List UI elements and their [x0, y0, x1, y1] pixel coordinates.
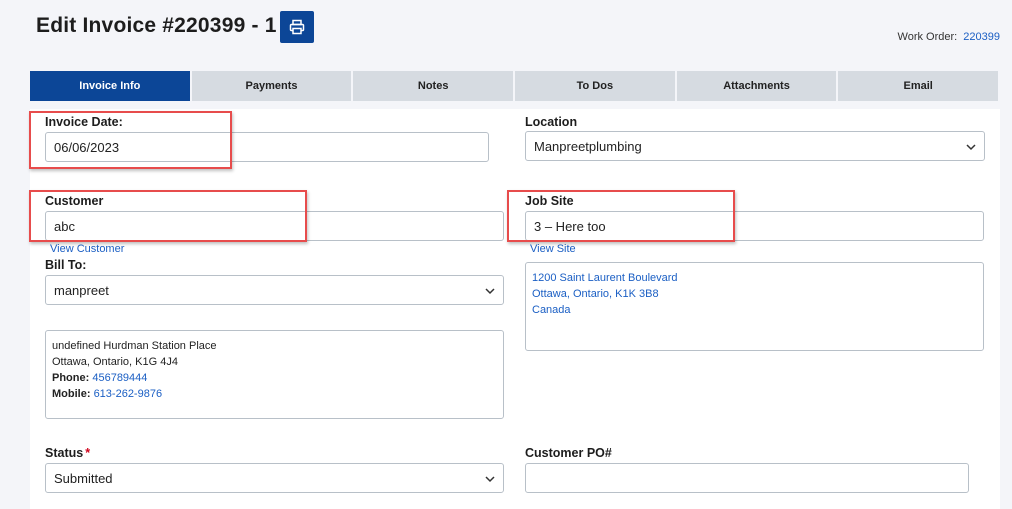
status-label-text: Status	[45, 446, 84, 460]
mobile-link[interactable]: 613-262-9876	[94, 388, 163, 400]
site-address-line3[interactable]: Canada	[532, 302, 977, 318]
invoice-date-label: Invoice Date:	[45, 115, 123, 129]
location-select[interactable]: Manpreetplumbing	[525, 131, 985, 161]
site-address-line2[interactable]: Ottawa, Ontario, K1K 3B8	[532, 286, 977, 302]
tab-invoice-info[interactable]: Invoice Info	[30, 71, 190, 101]
location-value: Manpreetplumbing	[534, 138, 642, 154]
status-select[interactable]: Submitted	[45, 463, 504, 493]
mobile-label: Mobile:	[52, 388, 91, 400]
tab-email[interactable]: Email	[838, 71, 999, 101]
bill-address-line1: undefined Hurdman Station Place	[52, 340, 217, 352]
site-address-line1[interactable]: 1200 Saint Laurent Boulevard	[532, 270, 977, 286]
tab-payments[interactable]: Payments	[191, 71, 352, 101]
work-order: Work Order: 220399	[898, 31, 1000, 43]
bill-to-select[interactable]: manpreet	[45, 275, 504, 305]
bill-address-box: undefined Hurdman Station Place Ottawa, …	[45, 330, 504, 419]
mobile-row: Mobile: 613-262-9876	[52, 386, 497, 402]
job-site-input[interactable]: 3 – Here too	[525, 211, 984, 241]
phone-row: Phone: 456789444	[52, 370, 497, 386]
required-mark: *	[85, 446, 91, 460]
site-address-box: 1200 Saint Laurent Boulevard Ottawa, Ont…	[525, 262, 984, 351]
bill-to-label: Bill To:	[45, 258, 87, 272]
work-order-label: Work Order:	[897, 31, 958, 43]
phone-label: Phone:	[52, 372, 90, 384]
print-button[interactable]	[280, 11, 314, 43]
chevron-down-icon	[485, 476, 495, 483]
chevron-down-icon	[485, 288, 495, 295]
job-site-label: Job Site	[525, 194, 574, 208]
chevron-down-icon	[966, 144, 976, 151]
tab-to-dos[interactable]: To Dos	[515, 71, 675, 101]
view-customer-link[interactable]: View Customer	[50, 243, 124, 255]
page-title: Edit Invoice #220399 - 1	[36, 14, 277, 37]
customer-po-label: Customer PO#	[525, 446, 612, 460]
tab-bar: Invoice Info Payments Notes To Dos Attac…	[30, 71, 999, 101]
customer-label: Customer	[45, 194, 104, 208]
customer-input[interactable]: abc	[45, 211, 504, 241]
status-value: Submitted	[54, 470, 113, 486]
tab-notes[interactable]: Notes	[353, 71, 514, 101]
work-order-link[interactable]: 220399	[963, 31, 1000, 43]
phone-link[interactable]: 456789444	[92, 372, 147, 384]
status-label: Status *	[45, 446, 90, 460]
tab-attachments[interactable]: Attachments	[676, 71, 837, 101]
invoice-date-input[interactable]: 06/06/2023	[45, 132, 489, 162]
bill-to-value: manpreet	[54, 282, 109, 298]
location-label: Location	[525, 115, 578, 129]
view-site-link[interactable]: View Site	[530, 243, 576, 255]
printer-icon	[289, 19, 305, 35]
bill-address-line2: Ottawa, Ontario, K1G 4J4	[52, 356, 178, 368]
customer-po-input[interactable]	[525, 463, 969, 493]
